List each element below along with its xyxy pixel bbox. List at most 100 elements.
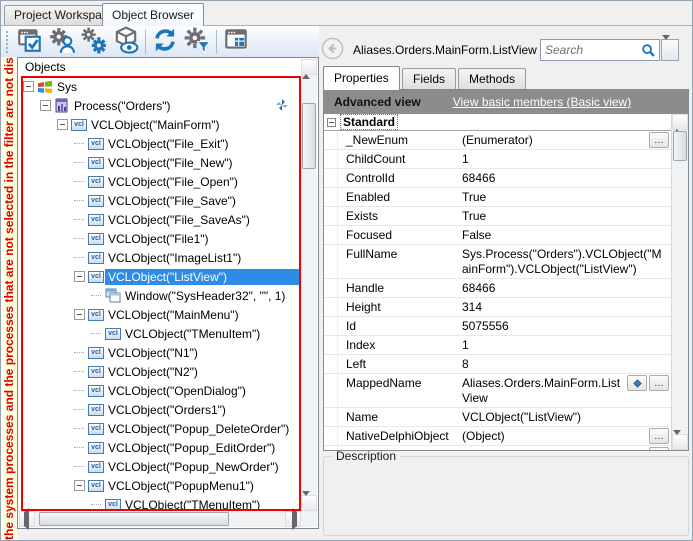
tab-object-browser-label: Object Browser [112, 8, 194, 22]
scrollbar-thumb[interactable] [302, 103, 316, 169]
expander-minus-icon[interactable] [57, 119, 68, 130]
search-icon[interactable] [641, 43, 656, 61]
ellipsis-button[interactable]: … [649, 447, 669, 450]
panels-button[interactable] [220, 27, 252, 56]
property-row[interactable]: Parent(Object)… [324, 446, 671, 450]
tree-item[interactable]: vclVCLObject("N2") [23, 362, 299, 381]
property-row[interactable]: ExistsTrue [324, 207, 671, 226]
expander-minus-icon[interactable] [23, 81, 34, 92]
property-row[interactable]: Left8 [324, 355, 671, 374]
expander-minus-icon[interactable] [74, 309, 85, 320]
tree-item[interactable]: vclVCLObject("File_Open") [23, 172, 299, 191]
back-button[interactable] [321, 37, 344, 60]
tree-item[interactable]: vclVCLObject("File1") [23, 229, 299, 248]
tree-item[interactable]: vclVCLObject("File_New") [23, 153, 299, 172]
group-indent [324, 150, 338, 168]
tab-methods[interactable]: Methods [458, 68, 526, 89]
tree-item[interactable]: vclVCLObject("File_Exit") [23, 134, 299, 153]
tree-connector [91, 333, 101, 334]
tree-connector [74, 143, 84, 144]
tab-object-browser[interactable]: Object Browser [102, 3, 204, 26]
tree-item[interactable]: vclVCLObject("PopupMenu1") [23, 476, 299, 495]
tree-item[interactable]: vclVCLObject("Popup_DeleteOrder") [23, 419, 299, 438]
tree-item[interactable]: vclVCLObject("ImageList1") [23, 248, 299, 267]
gears-icon [80, 26, 108, 57]
property-row[interactable]: Handle68466 [324, 279, 671, 298]
tab-fields[interactable]: Fields [402, 68, 456, 89]
tree-item[interactable]: vclVCLObject("Popup_NewOrder") [23, 457, 299, 476]
property-row[interactable]: EnabledTrue [324, 188, 671, 207]
filter-button[interactable] [181, 27, 213, 56]
ellipsis-button[interactable]: … [649, 428, 669, 444]
vcl-badge: vcl [88, 442, 104, 454]
scroll-up-button[interactable] [672, 114, 688, 130]
scrollbar-thumb[interactable] [673, 131, 687, 161]
property-group-row[interactable]: Standard [324, 114, 671, 131]
tree-item[interactable]: vclVCLObject("MainMenu") [23, 305, 299, 324]
scroll-up-button[interactable] [301, 59, 317, 75]
tree-item-label: VCLObject("ListView") [105, 269, 299, 285]
refresh-button[interactable] [149, 27, 181, 56]
tree-horizontal-scrollbar[interactable] [19, 511, 301, 527]
vcl-object-icon: vcl [87, 195, 105, 207]
tree-item-label: VCLObject("File_Open") [105, 174, 241, 190]
property-row[interactable]: ControlId68466 [324, 169, 671, 188]
property-row[interactable]: ChildCount1 [324, 150, 671, 169]
map-object-button[interactable] [46, 27, 78, 56]
tree-item[interactable]: vclVCLObject("MainForm") [23, 115, 299, 134]
collapse-minus-icon[interactable] [327, 118, 336, 127]
tree-item[interactable]: Window("SysHeader32", "", 1) [23, 286, 299, 305]
property-row[interactable]: FocusedFalse [324, 226, 671, 245]
property-row[interactable]: NativeDelphiObject(Object)… [324, 427, 671, 446]
vcl-badge: vcl [88, 271, 104, 283]
tree-item-label: Process("Orders") [71, 98, 174, 114]
property-value: VCLObject("ListView") [462, 410, 667, 425]
vcl-badge: vcl [88, 195, 104, 207]
scroll-down-button[interactable] [301, 495, 317, 511]
toolbar-grip[interactable] [6, 31, 9, 53]
settings-button[interactable] [78, 27, 110, 56]
tree-item[interactable]: vclVCLObject("File_SaveAs") [23, 210, 299, 229]
tree-item[interactable]: vclVCLObject("Orders1") [23, 400, 299, 419]
tree-item[interactable]: Process("Orders") [23, 96, 299, 115]
property-row[interactable]: FullNameSys.Process("Orders").VCLObject(… [324, 245, 671, 279]
map-object-button[interactable] [627, 375, 647, 391]
property-row[interactable]: Index1 [324, 336, 671, 355]
property-value-cell: (Object)… [456, 446, 671, 450]
property-row[interactable]: _NewEnum(Enumerator)… [324, 131, 671, 150]
property-row[interactable]: Height314 [324, 298, 671, 317]
tree-item[interactable]: vclVCLObject("OpenDialog") [23, 381, 299, 400]
tree-item[interactable]: vclVCLObject("N1") [23, 343, 299, 362]
filter-warning-strip: the system processes and the processes t… [1, 57, 17, 540]
object-spy-button[interactable] [110, 27, 142, 56]
search-input[interactable] [545, 42, 637, 58]
tree-item[interactable]: vclVCLObject("Popup_EditOrder") [23, 438, 299, 457]
basic-view-link[interactable]: View basic members (Basic view) [453, 95, 632, 109]
ellipsis-button[interactable]: … [649, 132, 669, 148]
property-row[interactable]: NameVCLObject("ListView") [324, 408, 671, 427]
vcl-object-icon: vcl [87, 404, 105, 416]
tab-properties[interactable]: Properties [323, 66, 400, 90]
property-value: 314 [462, 300, 667, 315]
scroll-left-button[interactable] [19, 511, 35, 527]
tree-vertical-scrollbar[interactable] [301, 59, 317, 511]
scrollbar-thumb[interactable] [39, 512, 229, 526]
ellipsis-button[interactable]: … [649, 375, 669, 391]
tree-item[interactable]: vclVCLObject("ListView") [23, 267, 299, 286]
scroll-right-button[interactable] [285, 511, 301, 527]
tree-item[interactable]: vclVCLObject("File_Save") [23, 191, 299, 210]
search-options-dropdown[interactable] [661, 39, 679, 61]
property-value: 68466 [462, 171, 667, 186]
scroll-down-button[interactable] [672, 434, 688, 450]
tree-item[interactable]: vclVCLObject("TMenuItem") [23, 495, 299, 509]
highlight-object-button[interactable] [14, 27, 46, 56]
expander-minus-icon[interactable] [74, 480, 85, 491]
expander-minus-icon[interactable] [40, 100, 51, 111]
properties-vertical-scrollbar[interactable] [671, 114, 688, 450]
expander-minus-icon[interactable] [74, 271, 85, 282]
property-name: Exists [338, 207, 456, 225]
tree-item[interactable]: vclVCLObject("TMenuItem") [23, 324, 299, 343]
tree-item[interactable]: Sys [23, 77, 299, 96]
property-row[interactable]: MappedNameAliases.Orders.MainForm.ListVi… [324, 374, 671, 408]
property-row[interactable]: Id5075556 [324, 317, 671, 336]
